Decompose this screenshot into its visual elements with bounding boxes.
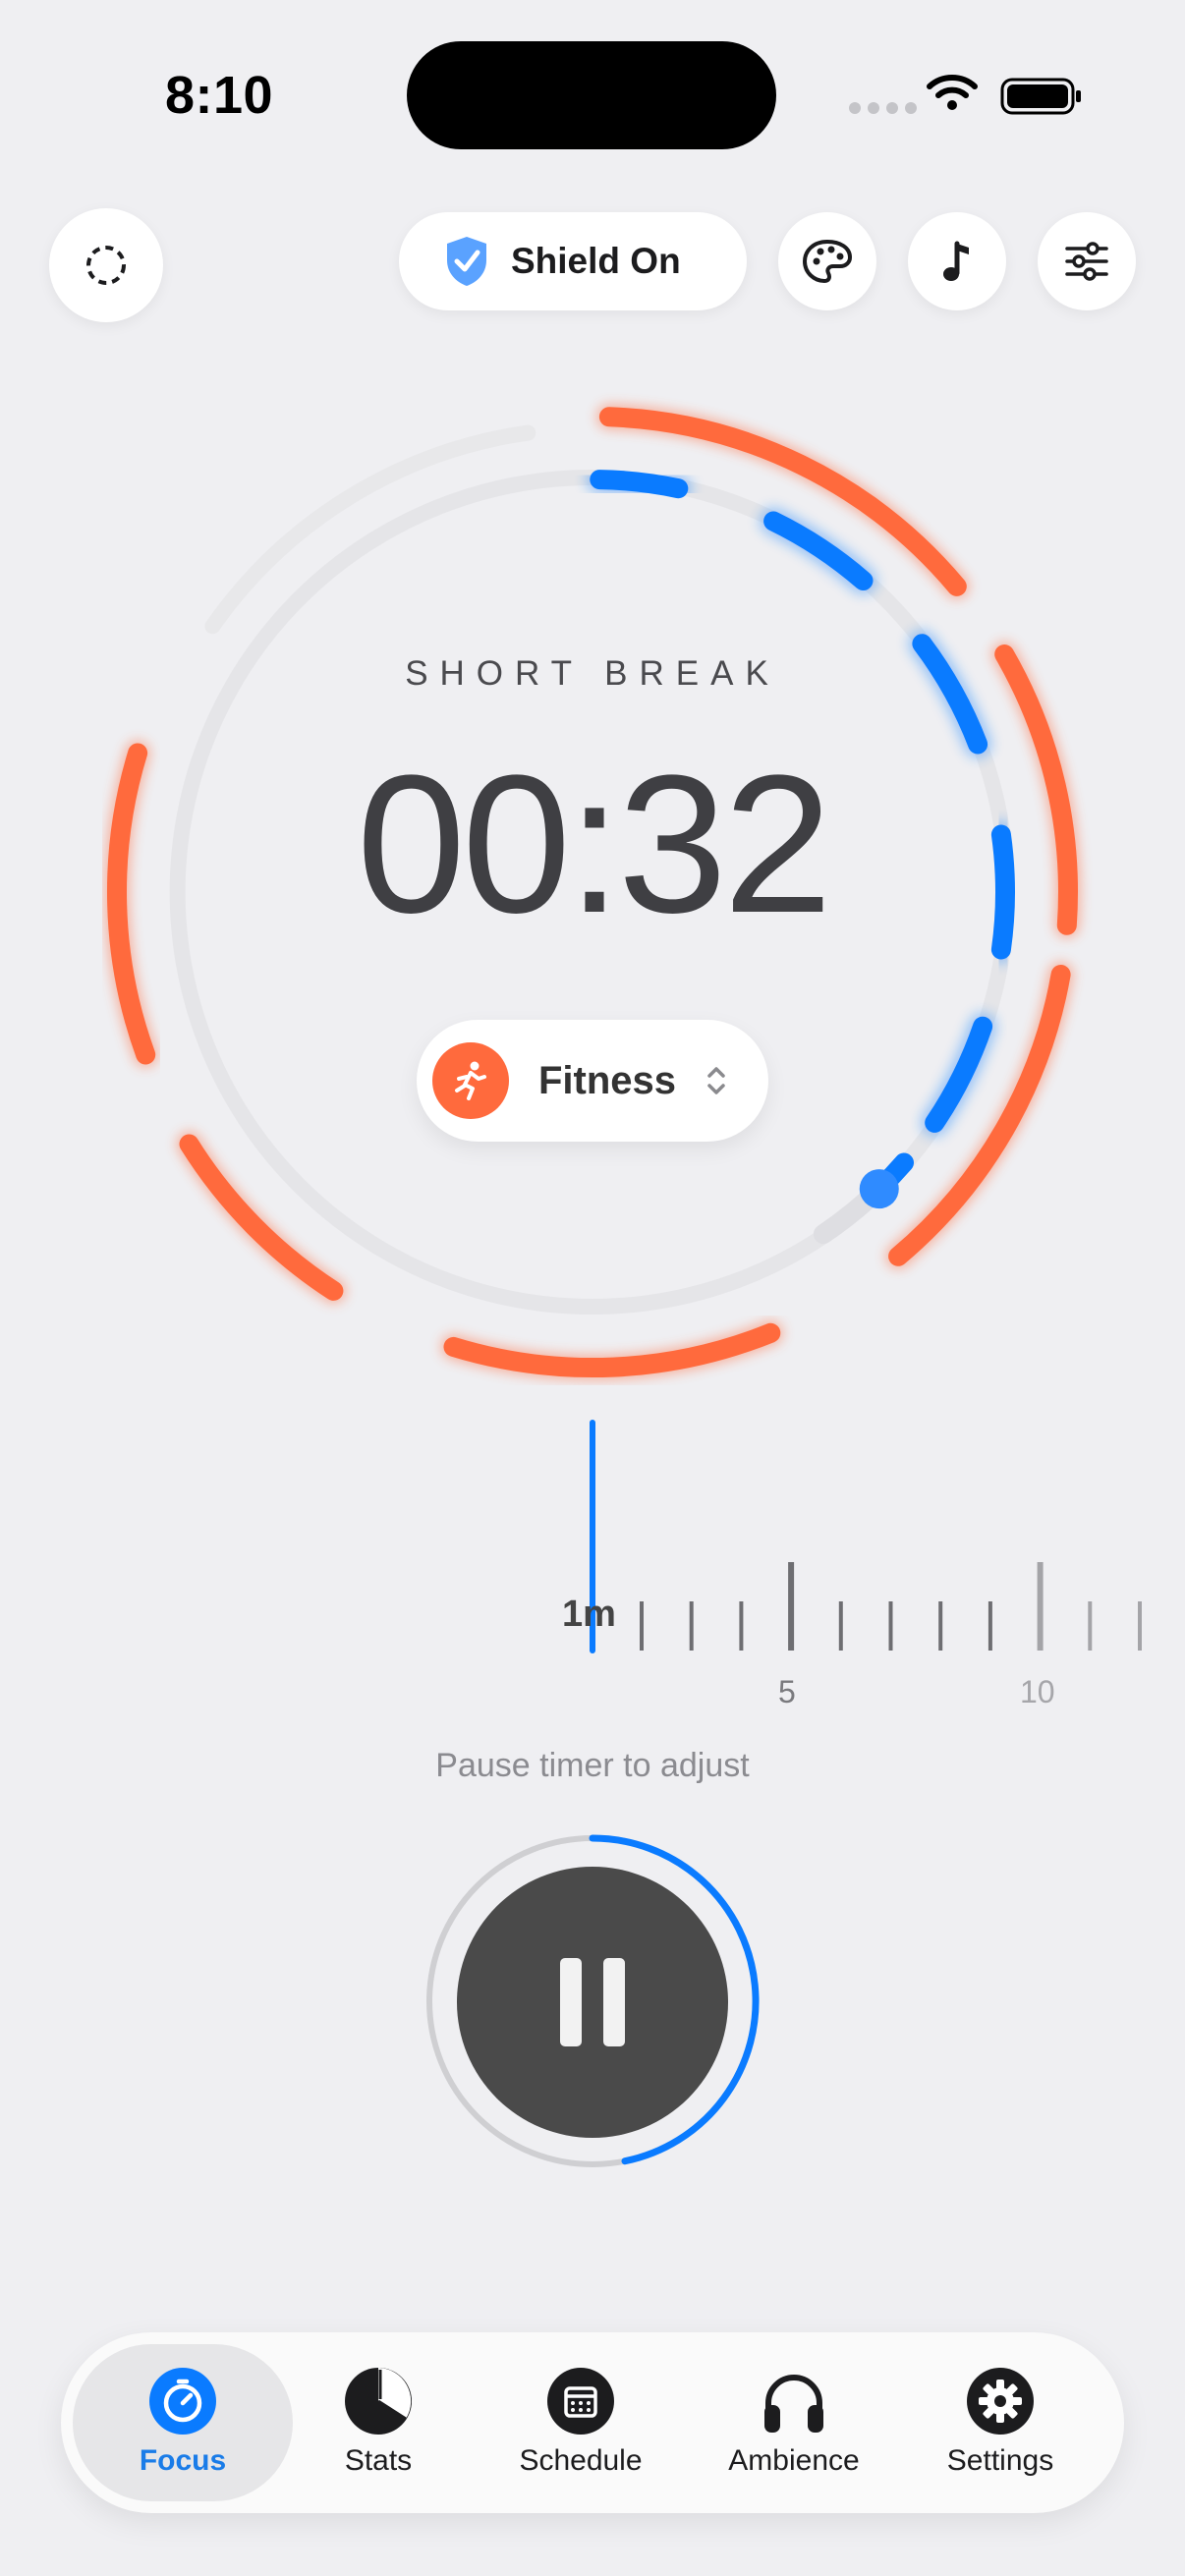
tab-schedule-label: Schedule bbox=[519, 2444, 643, 2477]
timer-settings-button[interactable] bbox=[1038, 212, 1136, 310]
timer-countdown: 00:32 bbox=[356, 735, 833, 954]
battery-icon bbox=[1000, 78, 1081, 115]
wifi-icon bbox=[927, 75, 978, 110]
tab-ambience-label: Ambience bbox=[728, 2444, 860, 2477]
gear-icon bbox=[965, 2366, 1036, 2436]
timer-mode-label: SHORT BREAK bbox=[405, 654, 780, 693]
status-time: 8:10 bbox=[165, 66, 274, 125]
tab-stats[interactable]: Stats bbox=[280, 2366, 477, 2478]
shield-label: Shield On bbox=[511, 241, 681, 281]
dynamic-island bbox=[407, 41, 776, 149]
dial-outer-faint-arc bbox=[204, 424, 536, 635]
ruler-current-label: 1m bbox=[562, 1594, 616, 1635]
pause-icon bbox=[560, 1958, 582, 2046]
tab-focus-label: Focus bbox=[139, 2444, 227, 2477]
tab-settings-label: Settings bbox=[946, 2444, 1054, 2477]
pause-button[interactable] bbox=[457, 1867, 728, 2138]
palette-icon bbox=[802, 239, 853, 284]
category-label: Fitness bbox=[538, 1058, 677, 1102]
ruler-tick-label-10: 10 bbox=[1020, 1674, 1055, 1709]
ruler-tick-label-5: 5 bbox=[778, 1674, 796, 1709]
focus-arc-0 bbox=[598, 407, 967, 596]
tab-settings[interactable]: Settings bbox=[902, 2366, 1099, 2478]
headphones-icon bbox=[759, 2366, 829, 2436]
tab-stats-label: Stats bbox=[344, 2444, 413, 2477]
category-selector[interactable]: Fitness bbox=[417, 1020, 768, 1142]
pie-chart-icon bbox=[343, 2366, 414, 2436]
chevron-up-down-icon bbox=[707, 1067, 725, 1094]
music-note-icon bbox=[943, 241, 969, 281]
sliders-icon bbox=[1065, 242, 1108, 281]
cellular-signal-icon bbox=[849, 102, 917, 114]
tab-focus[interactable]: Focus bbox=[85, 2366, 281, 2478]
shield-check-icon bbox=[447, 237, 486, 286]
focus-session-button[interactable] bbox=[49, 208, 163, 322]
break-arc-0 bbox=[590, 470, 689, 499]
tab-ambience[interactable]: Ambience bbox=[696, 2366, 892, 2478]
timer-icon bbox=[147, 2366, 218, 2436]
calendar-icon bbox=[545, 2366, 616, 2436]
tab-schedule[interactable]: Schedule bbox=[482, 2366, 679, 2478]
adjust-hint: Pause timer to adjust bbox=[435, 1747, 750, 1784]
running-figure-icon bbox=[432, 1042, 509, 1119]
shield-toggle-button[interactable]: Shield On bbox=[399, 212, 747, 310]
dial-handle[interactable] bbox=[859, 1169, 899, 1209]
dashed-circle-icon bbox=[86, 246, 126, 285]
break-arc-1 bbox=[763, 511, 874, 590]
theme-button[interactable] bbox=[778, 212, 876, 310]
music-button[interactable] bbox=[908, 212, 1006, 310]
